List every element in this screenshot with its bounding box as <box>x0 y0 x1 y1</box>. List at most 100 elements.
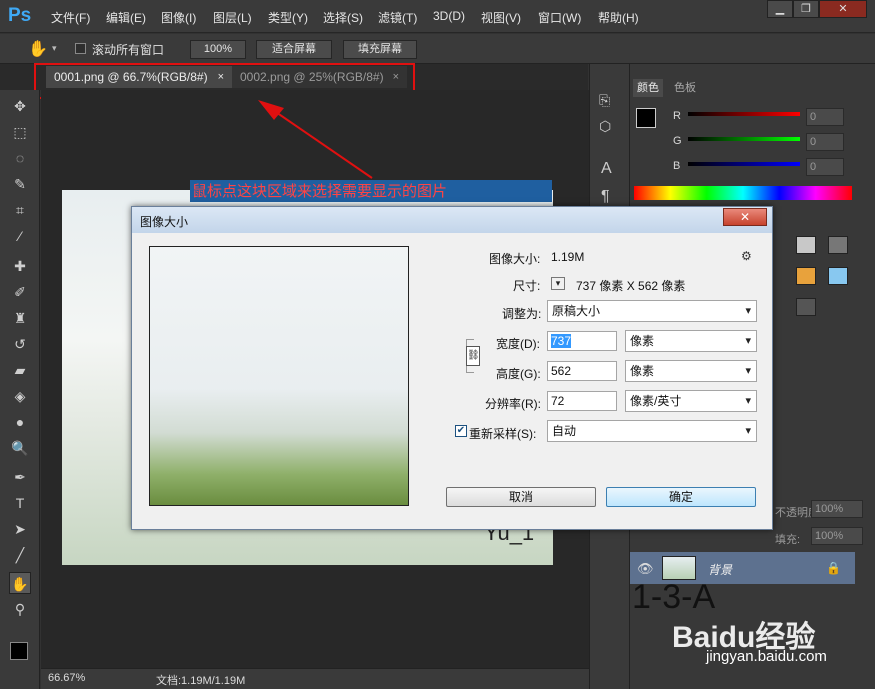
opacity-value[interactable]: 100% <box>811 500 863 518</box>
3d-icon[interactable]: ⬡ <box>599 118 611 135</box>
fit-to-label: 调整为: <box>502 307 542 321</box>
close-window-button[interactable]: ✕ <box>819 0 867 18</box>
photoshop-logo: Ps <box>8 5 32 26</box>
lock-icon: 🔒 <box>826 561 841 575</box>
marquee-tool-icon[interactable]: ⬚ <box>9 121 31 143</box>
height-input[interactable]: 562 <box>547 361 617 381</box>
menu-window[interactable]: 窗口(W) <box>538 9 581 26</box>
b-slider[interactable] <box>688 162 800 166</box>
hand-tool-icon[interactable]: ✋ <box>28 39 48 59</box>
r-label: R <box>673 110 681 122</box>
width-value: 737 <box>551 334 572 348</box>
foreground-color-swatch[interactable] <box>10 642 28 660</box>
menu-edit[interactable]: 编辑(E) <box>106 9 146 26</box>
width-input[interactable]: 737 <box>547 331 617 351</box>
paragraph-icon[interactable]: ¶ <box>601 188 610 206</box>
layer-name[interactable]: 背景 <box>708 561 732 578</box>
history-icon[interactable]: ⎘ <box>599 92 610 109</box>
resolution-label: 分辨率(R): <box>485 397 541 411</box>
g-value[interactable]: 0 <box>806 133 844 151</box>
crop-tool-icon[interactable]: ⌗ <box>9 199 31 221</box>
height-unit-select[interactable]: 像素 <box>625 360 757 382</box>
resample-select[interactable]: 自动 <box>547 420 757 442</box>
resample-checkbox[interactable]: ✔ <box>455 425 467 437</box>
fill-screen-button[interactable]: 填充屏幕 <box>343 40 417 59</box>
history-brush-icon[interactable]: ↺ <box>9 333 31 355</box>
status-bar: 66.67% 文档:1.19M/1.19M <box>41 668 589 689</box>
g-label: G <box>673 135 682 147</box>
annotation-label: 鼠标点这块区域来选择需要显示的图片 <box>190 180 552 202</box>
style-swatch[interactable] <box>828 267 848 285</box>
scroll-all-label: 滚动所有窗口 <box>92 43 165 57</box>
menu-select[interactable]: 选择(S) <box>323 9 363 26</box>
menu-file[interactable]: 文件(F) <box>51 9 90 26</box>
chevron-down-icon[interactable]: ▾ <box>52 43 57 54</box>
eraser-tool-icon[interactable]: ▰ <box>9 359 31 381</box>
minimize-button[interactable]: ▁ <box>767 0 793 18</box>
doc-size: 文档:1.19M/1.19M <box>156 675 246 687</box>
tab-color[interactable]: 颜色 <box>633 79 663 97</box>
dimensions-dropdown-icon[interactable]: ▾ <box>551 277 565 290</box>
style-swatch[interactable] <box>796 236 816 254</box>
restore-button[interactable]: ❐ <box>793 0 819 18</box>
fg-color-chip[interactable] <box>636 108 656 128</box>
g-slider[interactable] <box>688 137 800 141</box>
path-select-icon[interactable]: ➤ <box>9 518 31 540</box>
b-value[interactable]: 0 <box>806 158 844 176</box>
fit-screen-button[interactable]: 适合屏幕 <box>256 40 332 59</box>
color-spectrum[interactable] <box>634 186 852 200</box>
style-swatch[interactable] <box>796 267 816 285</box>
scroll-all-checkbox[interactable] <box>75 43 86 54</box>
healing-brush-icon[interactable]: ✚ <box>9 255 31 277</box>
r-slider[interactable] <box>688 112 800 116</box>
width-label: 宽度(D): <box>496 337 540 351</box>
tab-swatches[interactable]: 色板 <box>670 79 700 97</box>
menu-type[interactable]: 类型(Y) <box>268 9 308 26</box>
dodge-tool-icon[interactable]: 🔍 <box>9 437 31 459</box>
eyedropper-icon[interactable]: ⁄ <box>9 225 31 247</box>
pen-tool-icon[interactable]: ✒ <box>9 466 31 488</box>
type-tool-icon[interactable]: T <box>9 492 31 514</box>
menu-image[interactable]: 图像(I) <box>161 9 196 26</box>
stamp-tool-icon[interactable]: ♜ <box>9 307 31 329</box>
zoom-level[interactable]: 66.67% <box>48 672 85 684</box>
height-label: 高度(G): <box>496 367 541 381</box>
zoom-tool-icon[interactable]: ⚲ <box>9 598 31 620</box>
line-tool-icon[interactable]: ╱ <box>9 544 31 566</box>
resolution-input[interactable]: 72 <box>547 391 617 411</box>
dialog-title: 图像大小 <box>140 215 189 229</box>
menu-view[interactable]: 视图(V) <box>481 9 521 26</box>
menu-3d[interactable]: 3D(D) <box>433 9 465 23</box>
r-value[interactable]: 0 <box>806 108 844 126</box>
image-size-label: 图像大小: <box>489 252 541 266</box>
fit-to-select[interactable]: 原稿大小 <box>547 300 757 322</box>
dimensions-label: 尺寸: <box>513 279 541 293</box>
style-swatch[interactable] <box>828 236 848 254</box>
blur-tool-icon[interactable]: ● <box>9 411 31 433</box>
move-tool-icon[interactable]: ✥ <box>9 95 31 117</box>
eye-icon[interactable]: 👁 <box>637 561 654 577</box>
dialog-preview[interactable] <box>149 246 409 506</box>
ok-button[interactable]: 确定 <box>606 487 756 507</box>
resample-label: 重新采样(S): <box>469 427 537 441</box>
b-label: B <box>673 160 681 172</box>
paint-bucket-icon[interactable]: ◈ <box>9 385 31 407</box>
style-swatch[interactable] <box>796 298 816 316</box>
gear-icon[interactable]: ⚙ <box>741 249 752 263</box>
menu-filter[interactable]: 滤镜(T) <box>378 9 417 26</box>
dialog-titlebar <box>132 207 772 233</box>
resolution-unit-select[interactable]: 像素/英寸 <box>625 390 757 412</box>
width-unit-select[interactable]: 像素 <box>625 330 757 352</box>
cancel-button[interactable]: 取消 <box>446 487 596 507</box>
dialog-close-button[interactable]: ✕ <box>723 208 767 226</box>
menu-help[interactable]: 帮助(H) <box>598 9 639 26</box>
hand-tool-icon[interactable]: ✋ <box>9 572 31 594</box>
constrain-link-icon[interactable]: ⛓ <box>466 346 480 366</box>
character-icon[interactable]: A <box>601 160 612 178</box>
zoom-100-button[interactable]: 100% <box>190 40 246 59</box>
brush-tool-icon[interactable]: ✐ <box>9 281 31 303</box>
menu-layer[interactable]: 图层(L) <box>213 9 252 26</box>
lasso-tool-icon[interactable]: ◌ <box>9 147 31 169</box>
fill-value[interactable]: 100% <box>811 527 863 545</box>
quick-select-icon[interactable]: ✎ <box>9 173 31 195</box>
